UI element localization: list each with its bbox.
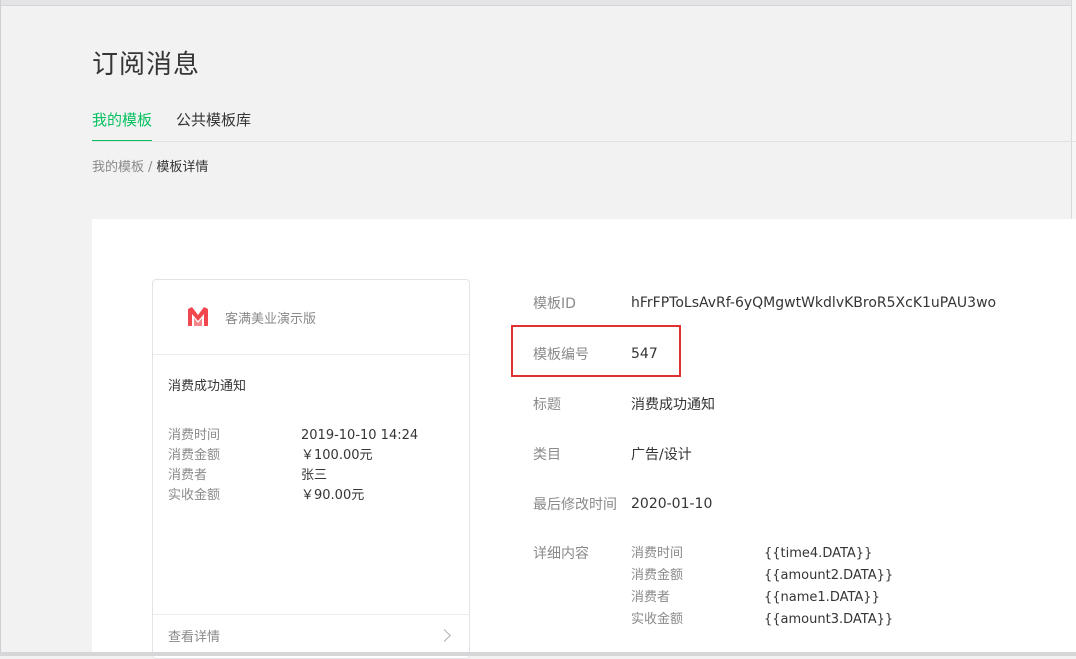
detail-row: 消费者 {{name1.DATA}}: [631, 587, 893, 609]
last-modified-value: 2020-01-10: [631, 496, 713, 512]
breadcrumb-separator: /: [148, 160, 153, 175]
last-modified-label: 最后修改时间: [533, 497, 617, 513]
category-label: 类目: [533, 447, 561, 463]
title-row: 标题 消费成功通知: [533, 394, 715, 414]
preview-field-value: 张三: [301, 468, 328, 483]
tab-bar: 我的模板 公共模板库: [92, 108, 251, 142]
template-number-row: 模板编号 547: [533, 344, 658, 364]
preview-field-list: 消费时间 2019-10-10 14:24 消费金额 ￥100.00元 消费者 …: [168, 426, 469, 506]
detail-key: 消费者: [631, 590, 671, 605]
chevron-right-icon: [438, 628, 451, 642]
detail-value: {{amount2.DATA}}: [764, 568, 894, 583]
detail-row: 消费时间 {{time4.DATA}}: [631, 543, 893, 565]
tab-my-templates[interactable]: 我的模板: [92, 108, 153, 142]
app-name: 客满美业演示版: [225, 311, 317, 327]
detail-key: 消费金额: [631, 568, 684, 583]
preview-field-key: 实收金额: [168, 488, 221, 503]
preview-field-row: 实收金额 ￥90.00元: [168, 486, 469, 506]
category-row: 类目 广告/设计: [533, 444, 692, 464]
preview-field-row: 消费金额 ￥100.00元: [168, 446, 469, 466]
app-logo-icon: [188, 307, 208, 326]
preview-field-key: 消费金额: [168, 448, 221, 463]
preview-message-title: 消费成功通知: [168, 379, 247, 394]
details-section: 详细内容 消费时间 {{time4.DATA}} 消费金额 {{amount2.…: [533, 543, 893, 631]
preview-header: 客满美业演示版: [153, 280, 469, 355]
details-label: 详细内容: [533, 546, 589, 562]
last-modified-row: 最后修改时间 2020-01-10: [533, 494, 712, 514]
preview-field-value: 2019-10-10 14:24: [301, 428, 419, 443]
template-number-label: 模板编号: [533, 347, 589, 363]
page-title: 订阅消息: [92, 50, 201, 80]
window-top-edge: [0, 0, 1076, 6]
detail-key: 消费时间: [631, 546, 684, 561]
breadcrumb-my-templates-link[interactable]: 我的模板: [92, 160, 144, 175]
template-number-value: 547: [631, 346, 658, 362]
detail-key: 实收金额: [631, 612, 684, 627]
template-id-row: 模板ID hFrFPToLsAvRf-6yQMgwtWkdlvKBroR5XcK…: [533, 293, 996, 313]
preview-field-value: ￥100.00元: [301, 448, 373, 463]
detail-value: {{amount3.DATA}}: [764, 612, 894, 627]
title-label: 标题: [533, 397, 561, 413]
window-left-edge: [0, 0, 1, 656]
template-id-label: 模板ID: [533, 296, 576, 312]
tab-public-template-library[interactable]: 公共模板库: [176, 108, 251, 142]
window-bottom-edge: [0, 652, 1076, 656]
detail-value: {{time4.DATA}}: [764, 546, 873, 561]
view-details-link[interactable]: 查看详情: [153, 614, 469, 655]
view-details-label: 查看详情: [168, 629, 221, 645]
tabs-divider: [92, 141, 1076, 142]
category-value: 广告/设计: [631, 447, 692, 463]
preview-field-key: 消费时间: [168, 428, 221, 443]
title-value: 消费成功通知: [631, 397, 715, 413]
breadcrumb-current: 模板详情: [156, 160, 209, 175]
message-preview-card: 客满美业演示版 消费成功通知 消费时间 2019-10-10 14:24 消费金…: [152, 279, 470, 659]
preview-field-row: 消费时间 2019-10-10 14:24: [168, 426, 469, 446]
template-id-value: hFrFPToLsAvRf-6yQMgwtWkdlvKBroR5XcK1uPAU…: [631, 295, 997, 311]
template-detail-card: 客满美业演示版 消费成功通知 消费时间 2019-10-10 14:24 消费金…: [92, 219, 1076, 659]
detail-value: {{name1.DATA}}: [764, 590, 880, 605]
preview-field-row: 消费者 张三: [168, 466, 469, 486]
breadcrumb: 我的模板 / 模板详情: [92, 159, 208, 177]
details-table: 消费时间 {{time4.DATA}} 消费金额 {{amount2.DATA}…: [631, 543, 893, 631]
preview-field-key: 消费者: [168, 468, 208, 483]
detail-row: 实收金额 {{amount3.DATA}}: [631, 609, 893, 631]
detail-row: 消费金额 {{amount2.DATA}}: [631, 565, 893, 587]
preview-field-value: ￥90.00元: [301, 488, 365, 503]
